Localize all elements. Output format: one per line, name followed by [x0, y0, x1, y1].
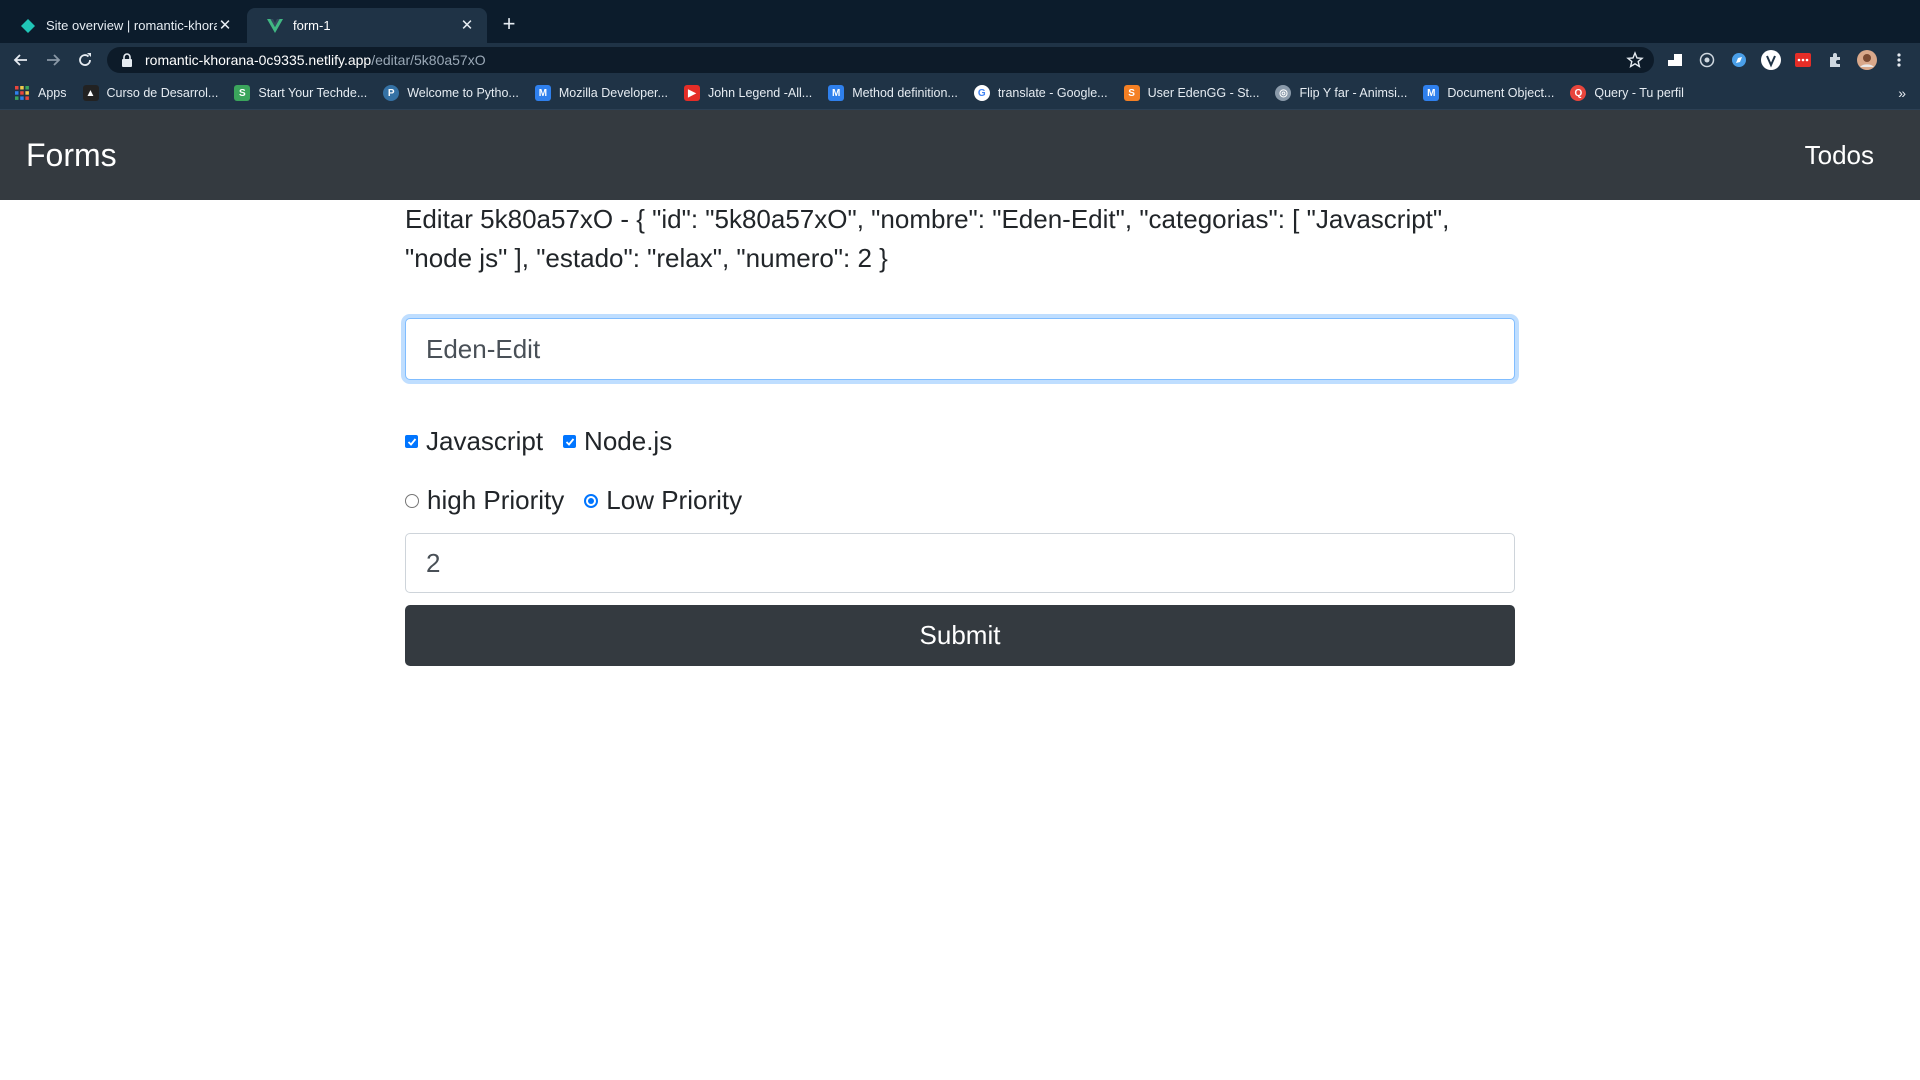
bookmark-item[interactable]: ▲ Curso de Desarrol...: [82, 85, 219, 101]
apps-grid-icon: [15, 86, 29, 100]
priority-group: high Priority Low Priority: [405, 485, 1515, 516]
extension-compass-icon[interactable]: [1728, 49, 1750, 71]
bookmark-label: Curso de Desarrol...: [106, 86, 219, 100]
nav-link-todos[interactable]: Todos: [1805, 140, 1874, 171]
bookmark-item[interactable]: Q Query - Tu perfil: [1570, 85, 1684, 101]
bookmark-label: Document Object...: [1447, 86, 1555, 100]
new-tab-button[interactable]: +: [498, 13, 520, 36]
mdn-icon: M: [828, 85, 845, 101]
stackoverflow-icon: S: [1123, 85, 1140, 101]
query-icon: Q: [1570, 85, 1587, 101]
kebab-menu-icon[interactable]: [1888, 49, 1910, 71]
reload-button[interactable]: [74, 49, 96, 71]
close-icon[interactable]: ✕: [217, 17, 233, 34]
extension-icons: [1664, 49, 1910, 71]
url-path: /editar/5k80a57xO: [371, 52, 486, 68]
checkbox-label: Node.js: [584, 426, 673, 456]
checkbox-checked-icon[interactable]: [405, 435, 418, 448]
puzzle-icon[interactable]: [1824, 49, 1846, 71]
bookmark-item[interactable]: S User EdenGG - St...: [1123, 85, 1260, 101]
youtube-icon: ▶: [683, 85, 700, 101]
navbar-brand[interactable]: Forms: [26, 137, 117, 174]
bookmark-favicon-icon: S: [234, 85, 251, 101]
extension-flag-icon[interactable]: [1664, 49, 1686, 71]
radio-label: high Priority: [427, 485, 565, 515]
forward-button[interactable]: [42, 49, 64, 71]
tab-title: Site overview | romantic-khora: [46, 18, 217, 33]
radio-high-priority[interactable]: high Priority: [405, 485, 564, 516]
vue-icon: [267, 18, 283, 33]
extension-dots-icon[interactable]: [1792, 49, 1814, 71]
checkbox-nodejs[interactable]: Node.js: [563, 426, 672, 457]
profile-avatar-icon[interactable]: [1856, 49, 1878, 71]
radio-label: Low Priority: [606, 485, 743, 515]
bookmarks-overflow-icon[interactable]: »: [1898, 85, 1906, 101]
bookmark-label: translate - Google...: [997, 86, 1108, 100]
netlify-icon: [21, 18, 35, 33]
close-icon[interactable]: ✕: [459, 17, 475, 34]
bookmark-item[interactable]: M Document Object...: [1423, 85, 1554, 101]
extension-target-icon[interactable]: [1696, 49, 1718, 71]
bookmark-item[interactable]: Gtranslate - Google...: [973, 85, 1108, 101]
mdn-icon: M: [1423, 85, 1440, 101]
number-input[interactable]: [405, 533, 1515, 593]
bookmark-favicon-icon: ▲: [82, 85, 99, 101]
bookmark-item[interactable]: M Mozilla Developer...: [534, 85, 668, 101]
arrow-right-icon: [47, 54, 61, 66]
browser-toolbar: romantic-khorana-0c9335.netlify.app/edit…: [0, 43, 1920, 77]
address-bar[interactable]: romantic-khorana-0c9335.netlify.app/edit…: [107, 47, 1654, 73]
arrow-left-icon: [13, 54, 27, 66]
tab-title: form-1: [293, 18, 331, 33]
bookmark-label: Start Your Techde...: [258, 86, 368, 100]
submit-button[interactable]: Submit: [405, 605, 1515, 666]
lock-icon: [122, 53, 132, 67]
bookmark-item[interactable]: S Start Your Techde...: [234, 85, 367, 101]
bookmark-label: Welcome to Pytho...: [407, 86, 519, 100]
categories-group: Javascript Node.js: [405, 426, 1515, 457]
globe-icon: ◎: [1275, 85, 1292, 101]
app-navbar: Forms Todos: [0, 110, 1920, 200]
mdn-icon: M: [534, 85, 551, 101]
google-icon: G: [973, 85, 990, 101]
radio-low-priority[interactable]: Low Priority: [584, 485, 742, 516]
tab-form-1[interactable]: form-1 ✕: [247, 8, 487, 43]
bookmark-item[interactable]: ◎ Flip Y far - Animsi...: [1275, 85, 1407, 101]
reload-icon: [79, 53, 91, 66]
bookmark-apps[interactable]: Apps: [14, 85, 67, 101]
bookmark-label: Method definition...: [852, 86, 958, 100]
name-input[interactable]: [405, 318, 1515, 380]
checkbox-checked-icon[interactable]: [563, 435, 577, 448]
bookmarks-bar: Apps ▲ Curso de Desarrol... S Start Your T…: [0, 77, 1920, 110]
back-button[interactable]: [10, 49, 32, 71]
star-icon[interactable]: [1626, 51, 1644, 69]
bookmark-label: John Legend -All...: [707, 86, 813, 100]
radio-button[interactable]: [405, 493, 419, 508]
bookmark-item[interactable]: P Welcome to Pytho...: [383, 85, 519, 101]
bookmark-label: Flip Y far - Animsi...: [1299, 86, 1408, 100]
python-icon: P: [383, 85, 400, 101]
bookmark-label: Apps: [38, 86, 67, 100]
page-title: Editar 5k80a57xO - { "id": "5k80a57xO", …: [405, 204, 1450, 273]
bookmark-label: Query - Tu perfil: [1594, 86, 1684, 100]
bookmark-label: User EdenGG - St...: [1147, 86, 1260, 100]
edit-form: Editar 5k80a57xO - { "id": "5k80a57xO", …: [405, 200, 1515, 666]
extension-v-icon[interactable]: [1760, 49, 1782, 71]
browser-tabstrip: Site overview | romantic-khora ✕ form-1 …: [0, 0, 1920, 43]
bookmark-label: Mozilla Developer...: [558, 86, 668, 100]
checkbox-javascript[interactable]: Javascript: [405, 426, 543, 457]
radio-button-selected[interactable]: [584, 493, 599, 508]
url-host: romantic-khorana-0c9335.netlify.app: [145, 52, 372, 68]
checkbox-label: Javascript: [426, 426, 544, 456]
bookmark-item[interactable]: ▶ John Legend -All...: [683, 85, 813, 101]
bookmark-item[interactable]: M Method definition...: [828, 85, 958, 101]
tab-site-overview[interactable]: Site overview | romantic-khora ✕: [0, 8, 245, 43]
